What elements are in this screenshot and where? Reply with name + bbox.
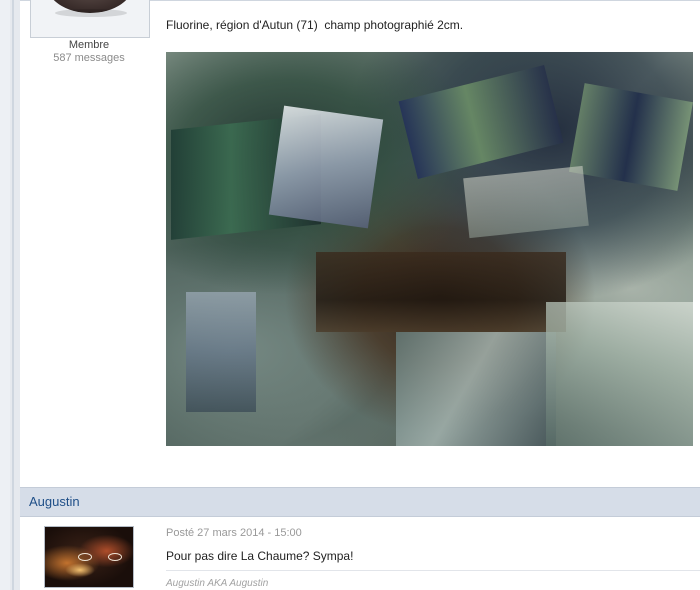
author-role: Membre bbox=[68, 39, 110, 51]
post-signature: Augustin AKA Augustin bbox=[166, 578, 269, 589]
light-shape bbox=[108, 553, 122, 561]
crystal-region bbox=[186, 292, 256, 412]
post-text: Fluorine, région d'Autun (71) champ phot… bbox=[166, 18, 464, 32]
fluorite-photo[interactable] bbox=[166, 52, 693, 446]
crystal-region bbox=[463, 165, 589, 239]
stone-shadow bbox=[55, 9, 127, 17]
light-shape bbox=[78, 553, 92, 561]
left-border bbox=[12, 0, 14, 590]
forum-thread: Membre 587 messages Fluorine, région d'A… bbox=[0, 0, 700, 590]
crystal-region bbox=[569, 83, 693, 191]
crystal-region bbox=[268, 105, 384, 229]
post-author-bar: Augustin bbox=[20, 487, 700, 517]
crystal-region bbox=[546, 302, 693, 446]
crystal-region bbox=[396, 332, 556, 446]
post-date: Posté 27 mars 2014 - 15:00 bbox=[166, 527, 302, 539]
author-message-count: 587 messages bbox=[53, 52, 125, 64]
light-glow bbox=[65, 563, 95, 577]
crystal-region bbox=[398, 65, 564, 179]
left-rail bbox=[0, 0, 10, 590]
author-name-link[interactable]: Augustin bbox=[29, 494, 80, 509]
signature-divider bbox=[166, 570, 700, 571]
avatar[interactable] bbox=[30, 0, 150, 38]
crystal-region bbox=[316, 252, 566, 332]
post-text: Pour pas dire La Chaume? Sympa! bbox=[166, 549, 354, 563]
avatar[interactable] bbox=[44, 526, 134, 588]
